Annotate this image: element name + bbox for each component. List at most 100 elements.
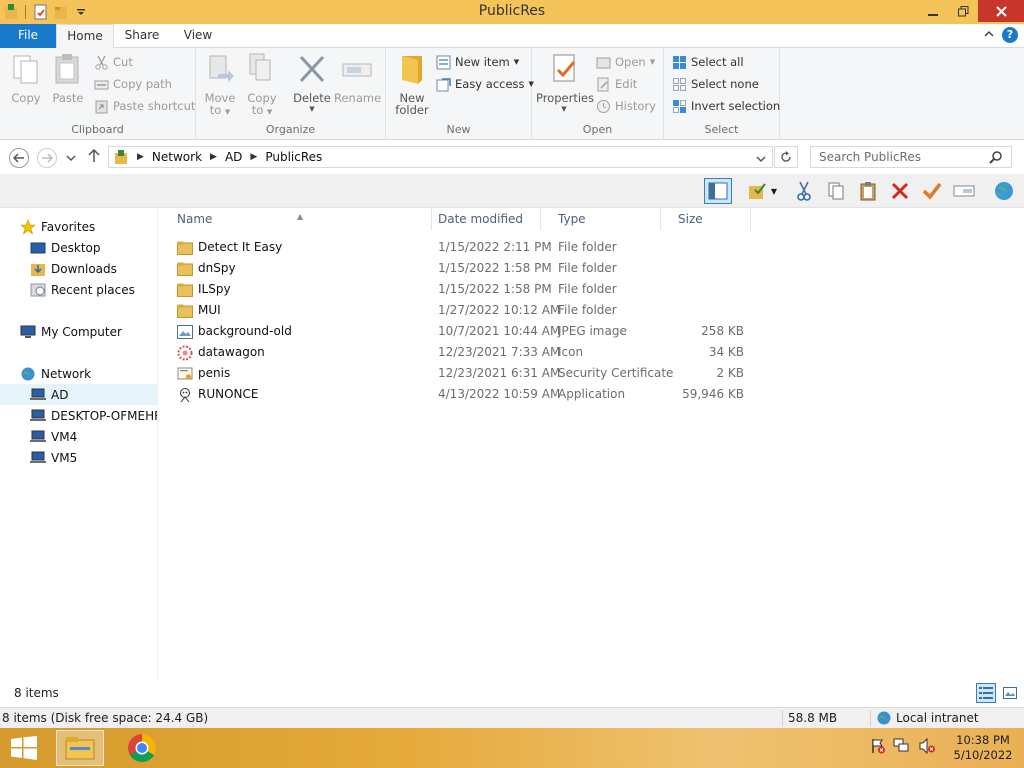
easy-access-button[interactable]: Easy access ▼ bbox=[436, 74, 534, 94]
refresh-button[interactable] bbox=[774, 146, 798, 168]
rename-button[interactable]: Rename bbox=[334, 52, 382, 105]
file-name: MUI bbox=[198, 303, 221, 317]
nav-host-ad[interactable]: AD bbox=[0, 384, 157, 405]
up-button[interactable] bbox=[88, 148, 100, 166]
paste-toolbar-button[interactable] bbox=[854, 178, 882, 204]
folder-options-button[interactable]: ▼ bbox=[742, 178, 782, 204]
new-folder-button[interactable]: New folder bbox=[392, 52, 432, 116]
nav-downloads[interactable]: Downloads bbox=[0, 258, 157, 279]
new-item-button[interactable]: New item ▼ bbox=[436, 52, 519, 72]
rename-icon bbox=[342, 63, 372, 77]
column-header-name[interactable]: Name ▲ bbox=[160, 208, 432, 230]
paste-button[interactable]: Paste bbox=[50, 52, 86, 105]
taskbar-file-explorer[interactable] bbox=[56, 730, 104, 766]
paste-shortcut-icon bbox=[95, 100, 108, 113]
copy-to-label-2: to ▼ bbox=[251, 103, 273, 117]
copy-to-button[interactable]: Copy to ▼ bbox=[244, 52, 280, 118]
breadcrumb-network[interactable]: Network bbox=[152, 150, 202, 164]
address-dropdown-icon[interactable] bbox=[756, 152, 766, 166]
nav-my-computer-label: My Computer bbox=[41, 324, 122, 339]
column-header-size[interactable]: Size bbox=[661, 208, 751, 230]
copy-to-label-2-text: to bbox=[251, 103, 264, 117]
ribbon-tabs: File Home Share View bbox=[0, 24, 1024, 49]
file-size: 59,946 KB bbox=[682, 387, 744, 401]
tab-share[interactable]: Share bbox=[116, 24, 168, 48]
action-center-flag-icon[interactable] bbox=[870, 738, 886, 757]
minimize-button[interactable] bbox=[918, 0, 948, 22]
certificate-icon bbox=[177, 366, 193, 382]
properties-button[interactable]: Properties ▼ bbox=[536, 52, 594, 114]
cut-button[interactable]: Cut bbox=[94, 52, 133, 72]
tab-home[interactable]: Home bbox=[56, 24, 114, 49]
copy-toolbar-button[interactable] bbox=[822, 178, 850, 204]
nav-favorites[interactable]: Favorites bbox=[0, 216, 157, 237]
rename-toolbar-button[interactable] bbox=[950, 178, 978, 204]
cut-toolbar-button[interactable] bbox=[790, 178, 818, 204]
delete-button[interactable]: Delete ▼ bbox=[292, 52, 332, 114]
nav-recent-places[interactable]: Recent places bbox=[0, 279, 157, 300]
details-view-button[interactable] bbox=[976, 683, 996, 703]
move-to-button[interactable]: Move to ▼ bbox=[202, 52, 238, 118]
preview-pane-button[interactable] bbox=[704, 178, 732, 204]
file-row[interactable]: datawagon 12/23/2021 7:33 AM Icon 34 KB bbox=[160, 342, 760, 363]
delete-toolbar-button[interactable] bbox=[886, 178, 914, 204]
tab-file[interactable]: File bbox=[0, 24, 56, 48]
large-icons-view-button[interactable] bbox=[1000, 683, 1020, 703]
status-disk-info: 8 items (Disk free space: 24.4 GB) bbox=[2, 711, 209, 725]
open-button[interactable]: Open ▼ bbox=[596, 52, 655, 72]
recent-locations-icon[interactable] bbox=[66, 151, 76, 165]
copy-path-button[interactable]: Copy path bbox=[94, 74, 172, 94]
search-icon[interactable] bbox=[989, 150, 1003, 164]
file-row[interactable]: ILSpy 1/15/2022 1:58 PM File folder bbox=[160, 279, 760, 300]
forward-button[interactable] bbox=[37, 148, 57, 168]
nav-desktop[interactable]: Desktop bbox=[0, 237, 157, 258]
file-row[interactable]: penis 12/23/2021 6:31 AM Security Certif… bbox=[160, 363, 760, 384]
paste-shortcut-button[interactable]: Paste shortcut bbox=[94, 96, 195, 116]
ribbon: Copy Paste Cut Copy path Paste shortcut … bbox=[0, 48, 1024, 140]
invert-selection-button[interactable]: Invert selection bbox=[672, 96, 780, 116]
select-none-button[interactable]: Select none bbox=[672, 74, 759, 94]
edit-button[interactable]: Edit bbox=[596, 74, 637, 94]
rename-label: Rename bbox=[334, 91, 382, 105]
file-row[interactable]: MUI 1/27/2022 10:12 AM File folder bbox=[160, 300, 760, 321]
tab-view[interactable]: View bbox=[174, 24, 222, 48]
nav-host-desktop[interactable]: DESKTOP-OFMEHRC bbox=[0, 405, 157, 426]
network-tray-icon[interactable] bbox=[893, 738, 911, 757]
file-row[interactable]: dnSpy 1/15/2022 1:58 PM File folder bbox=[160, 258, 760, 279]
address-bar[interactable]: ▶ Network ▶ AD ▶ PublicRes bbox=[108, 146, 773, 168]
file-date: 4/13/2022 10:59 AM bbox=[438, 387, 561, 401]
breadcrumb-publicres[interactable]: PublicRes bbox=[265, 150, 322, 164]
invert-selection-label: Invert selection bbox=[691, 99, 781, 113]
file-row[interactable]: Detect It Easy 1/15/2022 2:11 PM File fo… bbox=[160, 237, 760, 258]
nav-network[interactable]: Network bbox=[0, 363, 157, 384]
taskbar-chrome[interactable] bbox=[118, 730, 166, 766]
command-toolbar: ▼ bbox=[0, 174, 1024, 208]
nav-host-vm5[interactable]: VM5 bbox=[0, 447, 157, 468]
close-button[interactable] bbox=[978, 0, 1024, 22]
breadcrumb-ad[interactable]: AD bbox=[225, 150, 242, 164]
file-row[interactable]: background-old 10/7/2021 10:44 AM JPEG i… bbox=[160, 321, 760, 342]
back-button[interactable] bbox=[9, 148, 29, 168]
collapse-ribbon-icon[interactable] bbox=[984, 28, 994, 41]
properties-dropdown-arrow: ▼ bbox=[561, 105, 567, 113]
copy-button[interactable]: Copy bbox=[8, 52, 44, 105]
clock-time: 10:38 PM bbox=[956, 733, 1010, 747]
start-button[interactable] bbox=[10, 736, 38, 760]
search-box[interactable]: Search PublicRes bbox=[810, 146, 1012, 168]
file-date: 1/15/2022 1:58 PM bbox=[438, 261, 552, 275]
help-icon[interactable]: ? bbox=[1002, 27, 1018, 43]
taskbar-clock[interactable]: 10:38 PM 5/10/2022 bbox=[950, 733, 1016, 763]
nav-my-computer[interactable]: My Computer bbox=[0, 321, 157, 342]
history-button[interactable]: History bbox=[596, 96, 656, 116]
file-row[interactable]: RUNONCE 4/13/2022 10:59 AM Application 5… bbox=[160, 384, 760, 405]
column-header-date[interactable]: Date modified bbox=[421, 208, 541, 230]
volume-muted-icon[interactable] bbox=[918, 737, 936, 757]
network-globe-button[interactable] bbox=[990, 178, 1018, 204]
nav-host-vm4[interactable]: VM4 bbox=[0, 426, 157, 447]
column-header-type[interactable]: Type bbox=[541, 208, 661, 230]
restore-button[interactable] bbox=[948, 0, 978, 22]
organize-group-label: Organize bbox=[265, 123, 316, 136]
select-all-button[interactable]: Select all bbox=[672, 52, 744, 72]
properties-toolbar-button[interactable] bbox=[918, 178, 946, 204]
column-type-label: Type bbox=[558, 212, 586, 226]
